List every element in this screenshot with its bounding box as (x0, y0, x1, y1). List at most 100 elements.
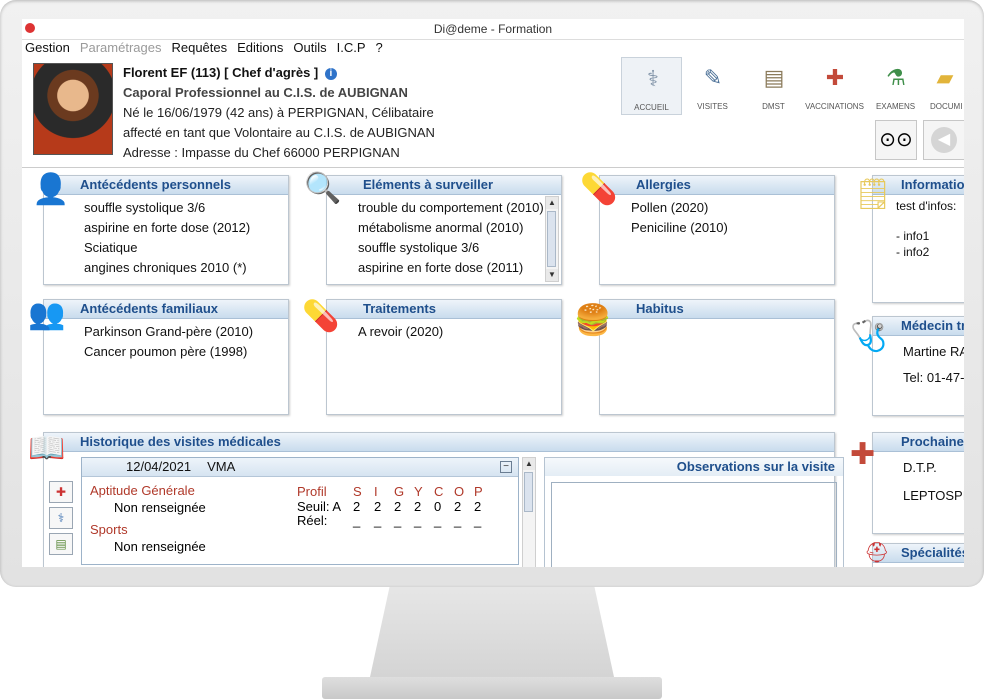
patient-header: Florent EF (113) [ Chef d'agrès ] i Capo… (22, 57, 964, 168)
back-button[interactable]: ◀ (923, 120, 964, 160)
info-icon[interactable]: i (324, 67, 337, 80)
toolbar-label: ACCUEIL (634, 103, 669, 112)
allergies-list: Pollen (2020) Peniciline (2010) (600, 195, 834, 238)
syringe-icon: ✚ (825, 65, 845, 90)
visit-report-button[interactable]: ▤ (49, 533, 73, 555)
visits-scrollbar[interactable]: ▲ (522, 457, 536, 567)
reel-value: _ (353, 513, 361, 528)
toolbar-documents-button[interactable]: ▰ DOCUMI (926, 57, 964, 115)
scroll-up-icon[interactable]: ▲ (523, 458, 535, 470)
reel-value: _ (374, 513, 382, 528)
toolbar-accueil-button[interactable]: ⚕ ACCUEIL (621, 57, 682, 115)
menu-icp[interactable]: I.C.P (337, 40, 366, 55)
doctor-icon: 🩺 (850, 320, 888, 353)
menu-gestion[interactable]: Gestion (25, 40, 70, 55)
toolbar-label: VISITES (697, 102, 728, 111)
patient-info: Florent EF (113) [ Chef d'agrès ] i Capo… (123, 63, 435, 163)
menu-requetes[interactable]: Requêtes (171, 40, 227, 55)
list-item[interactable]: Cancer poumon père (1998) (84, 342, 288, 362)
list-item[interactable]: aspirine en forte dose (2012) (84, 218, 288, 238)
elements-scrollbar[interactable]: ▲ ▼ (545, 196, 559, 282)
toolbar-label: DMST (762, 102, 785, 111)
list-item[interactable]: D.T.P. (903, 458, 964, 486)
medical-kit-icon: ✚ (55, 485, 67, 499)
list-item[interactable]: Peniciline (2010) (631, 218, 834, 238)
visit-type: VMA (207, 459, 236, 474)
panel-traitements: Traitements A revoir (2020) (326, 299, 562, 415)
list-item[interactable]: A revoir (2020) (358, 322, 561, 342)
back-arrow-icon: ◀ (931, 127, 957, 153)
app-window: Di@deme - Formation Gestion Paramétrages R… (22, 19, 964, 567)
observations-textarea[interactable] (551, 482, 837, 567)
book-icon: 📖 (28, 432, 66, 465)
toolbar-label: EXAMENS (875, 102, 916, 111)
burger-icon: 🍔 (574, 304, 612, 337)
panel-title: Prochaine (873, 433, 964, 452)
toolbar-visites-button[interactable]: ✎ VISITES (682, 57, 743, 115)
reel-value: _ (474, 513, 482, 528)
list-item[interactable]: aspirine en forte dose (2011) (358, 258, 561, 278)
visit-card[interactable]: 12/04/2021 VMA − Aptitude Générale Non re… (81, 457, 519, 565)
profil-letter: Y (414, 484, 423, 499)
menu-editions[interactable]: Editions (237, 40, 283, 55)
menu-outils[interactable]: Outils (293, 40, 326, 55)
toolbar-label: VACCINATIONS (805, 102, 864, 111)
list-item[interactable]: souffle systolique 3/6 (84, 198, 288, 218)
scroll-up-icon[interactable]: ▲ (546, 197, 558, 209)
visit-header: 12/04/2021 VMA (82, 458, 518, 477)
traitements-list: A revoir (2020) (327, 319, 561, 342)
list-item[interactable]: LEPTOSPI (903, 486, 964, 506)
collapse-icon[interactable]: − (500, 461, 512, 473)
panel-title: Antécédents familiaux (44, 300, 288, 319)
panel-elements-surveiller: Eléments à surveiller trouble du comport… (326, 175, 562, 285)
reel-value: _ (434, 513, 442, 528)
list-item[interactable]: Parkinson Grand-père (2010) (84, 322, 288, 342)
visit-date: 12/04/2021 (126, 459, 192, 474)
visit-detail-button[interactable]: ⚕ (49, 507, 73, 529)
sports-value: Non renseignée (114, 539, 206, 554)
panel-historique: Historique des visites médicales 12/04/2… (43, 432, 844, 567)
list-item[interactable]: trouble du comportement (2010) (358, 198, 561, 218)
helmet-icon: ⛑ (864, 542, 890, 564)
panel-title: Traitements (327, 300, 561, 319)
folder-doctor-icon: ▤ (763, 65, 785, 90)
scroll-thumb[interactable] (524, 472, 533, 512)
menu-bar: Gestion Paramétrages Requêtes Editions Outil… (22, 39, 964, 57)
list-item[interactable]: Pollen (2020) (631, 198, 834, 218)
seuil-value: 2 (353, 499, 361, 514)
stethoscope-icon: ⚕ (57, 511, 65, 525)
scroll-down-icon[interactable]: ▼ (546, 269, 558, 281)
add-visit-button[interactable]: ✚ (49, 481, 73, 503)
aptitude-label: Aptitude Générale (90, 483, 195, 498)
panel-antecedents-familiaux: Antécédents familiaux Parkinson Grand-pè… (43, 299, 289, 415)
profil-letter: G (394, 484, 405, 499)
observations-title: Observations sur la visite (545, 458, 843, 476)
patient-birth: Né le 16/06/1979 (42 ans) à PERPIGNAN, C… (123, 105, 434, 120)
info-line: test d'infos: (896, 199, 957, 213)
reel-value: _ (414, 513, 422, 528)
list-item[interactable]: métabolisme anormal (2010) (358, 218, 561, 238)
toolbar-examens-button[interactable]: ⚗ EXAMENS (865, 57, 926, 115)
list-item[interactable]: souffle systolique 3/6 (358, 238, 561, 258)
monitor-base (322, 677, 662, 699)
sports-label: Sports (90, 522, 128, 537)
prochaine-list: D.T.P. LEPTOSPI (873, 452, 964, 506)
document-icon: ▤ (55, 537, 67, 551)
doctor-name: Martine RA (903, 344, 964, 359)
menu-help[interactable]: ? (376, 40, 383, 55)
search-binoculars-button[interactable]: ⊙⊙ (875, 120, 917, 160)
pill-bottles-icon: 💊 (580, 173, 618, 206)
family-icon: 👥 (28, 298, 66, 331)
seuil-value: 2 (474, 499, 482, 514)
info-line: - info2 (896, 245, 930, 259)
toolbar-vaccinations-button[interactable]: ✚ VACCINATIONS (804, 57, 865, 115)
scroll-thumb[interactable] (547, 211, 556, 267)
toolbar-dmst-button[interactable]: ▤ DMST (743, 57, 804, 115)
magnifier-icon: 🔍 (304, 172, 342, 205)
seuil-value: 0 (434, 499, 442, 514)
reel-value: _ (454, 513, 462, 528)
list-item[interactable]: Sciatique (84, 238, 288, 258)
antecedents-familiaux-list: Parkinson Grand-père (2010) Cancer poumo… (44, 319, 288, 362)
list-item[interactable]: angines chroniques 2010 (*) (84, 258, 288, 278)
profil-letter: C (434, 484, 444, 499)
